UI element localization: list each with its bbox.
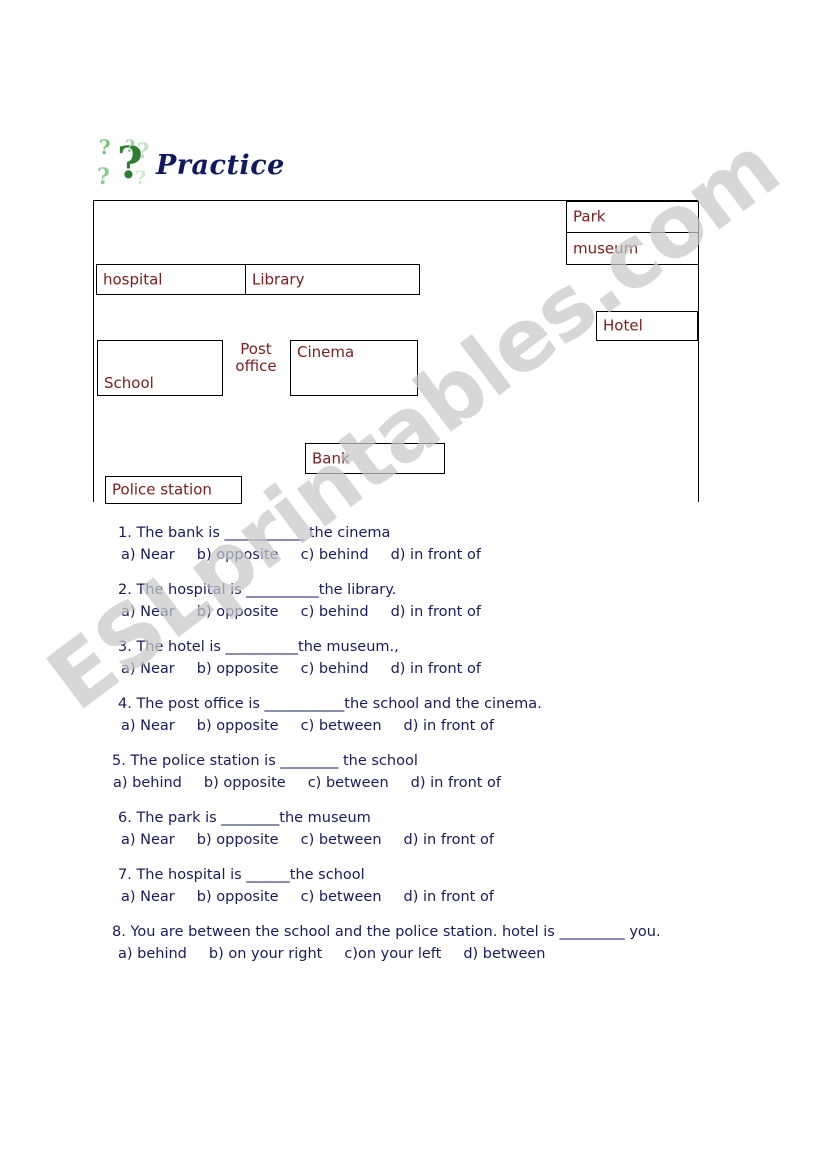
question-item: 1. The bank is ___________ the cinema a)… xyxy=(0,522,821,566)
question-stem: 2. The hospital is __________the library… xyxy=(118,582,397,599)
question-item: 8. You are between the school and the po… xyxy=(0,921,821,965)
option-a[interactable]: a) Near xyxy=(121,886,175,908)
map-box-bank: Bank xyxy=(305,443,445,474)
question-options: a) Near b) opposite c) behind d) in front o… xyxy=(0,601,821,623)
map-label-park: Park xyxy=(573,207,606,226)
option-d[interactable]: d) in front of xyxy=(391,544,481,566)
question-stem: 3. The hotel is __________the museum., xyxy=(118,639,399,656)
option-a[interactable]: a) Near xyxy=(121,544,175,566)
page-header: ? ? ? ? ? ? Practice xyxy=(93,132,433,194)
question-marks-icon: ? ? ? ? ? ? xyxy=(95,132,157,194)
map-box-park: Park xyxy=(566,201,699,233)
option-a[interactable]: a) Near xyxy=(121,829,175,851)
option-b[interactable]: b) opposite xyxy=(197,601,279,623)
option-c[interactable]: c) between xyxy=(301,829,382,851)
option-b[interactable]: b) opposite xyxy=(197,544,279,566)
question-stem: 5. The police station is ________ the sc… xyxy=(112,753,418,770)
question-item: 2. The hospital is __________the library… xyxy=(0,579,821,623)
option-c[interactable]: c) between xyxy=(301,715,382,737)
question-options: a) behind b) opposite c) between d) in fron… xyxy=(0,772,821,794)
option-c[interactable]: c) behind xyxy=(301,544,369,566)
question-options: a) behind b) on your right c)on your left d… xyxy=(0,943,821,965)
question-item: 4. The post office is ___________the sch… xyxy=(0,693,821,737)
question-options: a) Near b) opposite c) between d) in front … xyxy=(0,886,821,908)
option-c[interactable]: c) between xyxy=(308,772,389,794)
town-map: Park museum hospital Library Hotel Schoo… xyxy=(93,200,699,504)
question-item: 5. The police station is ________ the sc… xyxy=(0,750,821,794)
question-stem: 1. The bank is ___________ the cinema xyxy=(118,525,391,541)
option-c[interactable]: c)on your left xyxy=(344,943,441,965)
map-frame-left-border xyxy=(93,200,94,502)
map-label-hotel: Hotel xyxy=(603,316,643,335)
map-box-museum: museum xyxy=(566,232,699,265)
option-a[interactable]: a) behind xyxy=(118,943,187,965)
map-box-library: Library xyxy=(245,264,420,295)
option-b[interactable]: b) opposite xyxy=(204,772,286,794)
option-b[interactable]: b) opposite xyxy=(197,829,279,851)
map-label-bank: Bank xyxy=(312,448,350,467)
question-options: a) Near b) opposite c) behind d) in front o… xyxy=(0,544,821,566)
map-label-hospital: hospital xyxy=(103,269,163,288)
option-c[interactable]: c) behind xyxy=(301,658,369,680)
option-a[interactable]: a) behind xyxy=(113,772,182,794)
option-d[interactable]: d) in front of xyxy=(404,715,494,737)
option-b[interactable]: b) on your right xyxy=(209,943,322,965)
question-stem: 6. The park is ________the museum xyxy=(118,810,371,827)
map-label-museum: museum xyxy=(573,238,639,257)
map-label-post-office-line1: Post xyxy=(240,340,272,358)
map-box-hotel: Hotel xyxy=(596,311,698,341)
option-a[interactable]: a) Near xyxy=(121,658,175,680)
svg-text:?: ? xyxy=(99,135,111,159)
svg-text:?: ? xyxy=(135,167,146,189)
question-stem: 7. The hospital is ______the school xyxy=(118,867,365,884)
page-title: Practice xyxy=(156,150,285,181)
map-box-hospital: hospital xyxy=(96,264,246,295)
question-options: a) Near b) opposite c) between d) in front … xyxy=(0,715,821,737)
option-d[interactable]: d) between xyxy=(463,943,545,965)
option-b[interactable]: b) opposite xyxy=(197,658,279,680)
map-label-library: Library xyxy=(252,269,305,288)
map-box-school: School xyxy=(97,340,223,396)
option-b[interactable]: b) opposite xyxy=(197,886,279,908)
option-d[interactable]: d) in front of xyxy=(411,772,501,794)
option-b[interactable]: b) opposite xyxy=(197,715,279,737)
map-label-school: School xyxy=(104,373,154,392)
question-item: 3. The hotel is __________the museum., a… xyxy=(0,636,821,680)
option-a[interactable]: a) Near xyxy=(121,601,175,623)
option-d[interactable]: d) in front of xyxy=(404,886,494,908)
map-label-police-station: Police station xyxy=(112,480,212,499)
question-stem: 8. You are between the school and the po… xyxy=(112,924,661,941)
question-item: 7. The hospital is ______the school a) N… xyxy=(0,864,821,908)
svg-text:?: ? xyxy=(137,138,149,163)
option-d[interactable]: d) in front of xyxy=(391,601,481,623)
option-d[interactable]: d) in front of xyxy=(391,658,481,680)
map-box-cinema: Cinema xyxy=(290,340,418,396)
question-stem: 4. The post office is ___________the sch… xyxy=(118,696,542,713)
question-options: a) Near b) opposite c) between d) in front … xyxy=(0,829,821,851)
option-c[interactable]: c) between xyxy=(301,886,382,908)
option-c[interactable]: c) behind xyxy=(301,601,369,623)
questions-list: 1. The bank is ___________ the cinema a)… xyxy=(0,522,821,979)
svg-text:?: ? xyxy=(97,164,110,190)
map-label-cinema: Cinema xyxy=(297,343,355,361)
option-d[interactable]: d) in front of xyxy=(404,829,494,851)
worksheet-page: ? ? ? ? ? ? Practice Park museum hospita… xyxy=(0,0,821,1169)
map-label-post-office-line2: office xyxy=(235,357,277,376)
map-box-police-station: Police station xyxy=(105,476,242,504)
question-options: a) Near b) opposite c) behind d) in front o… xyxy=(0,658,821,680)
map-label-post-office: Post office xyxy=(226,340,286,376)
question-item: 6. The park is ________the museum a) Nea… xyxy=(0,807,821,851)
option-a[interactable]: a) Near xyxy=(121,715,175,737)
svg-text:?: ? xyxy=(125,137,135,157)
